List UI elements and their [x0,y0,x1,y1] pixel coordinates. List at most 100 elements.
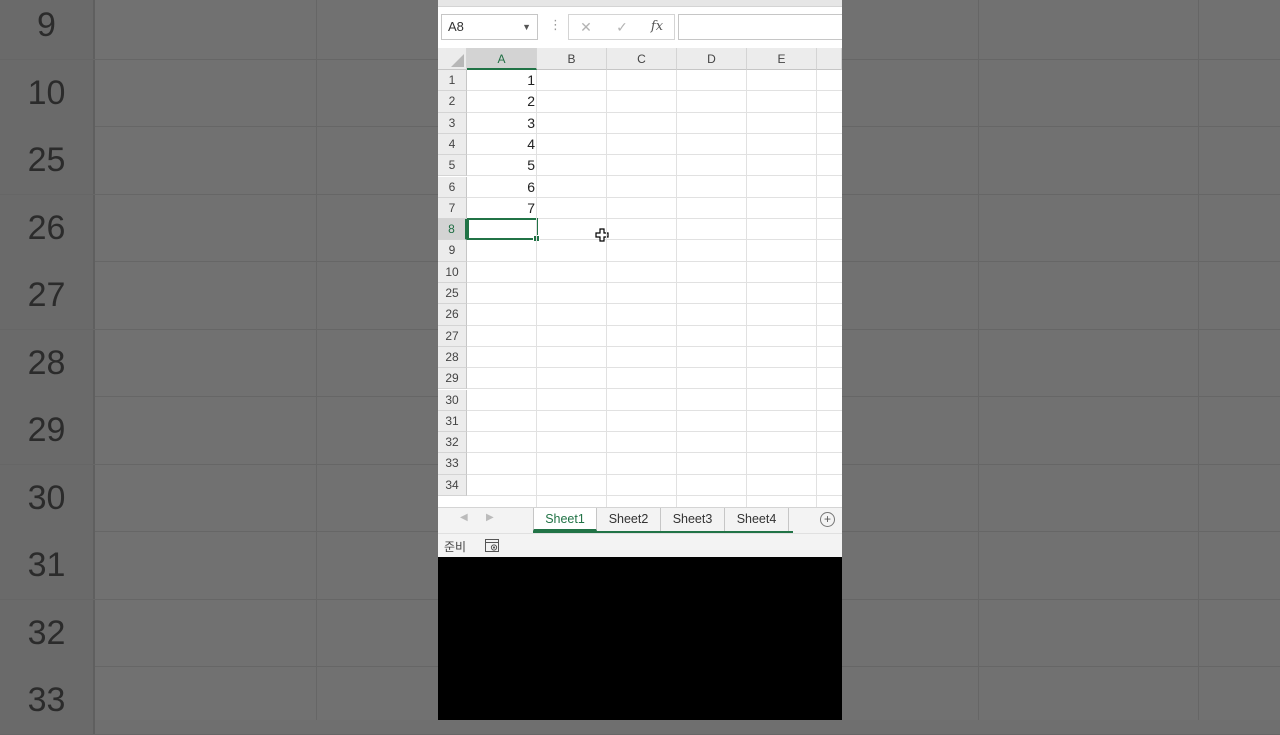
tab-sheet2[interactable]: Sheet2 [597,508,661,531]
table-row[interactable] [467,432,842,454]
selected-cell[interactable] [467,218,540,243]
cell-a26[interactable] [467,304,535,325]
background-row-number: 28 [0,329,95,397]
row-header-8[interactable]: 8 [438,219,467,241]
cell-a30[interactable] [467,390,535,411]
table-row[interactable] [467,411,842,433]
cell-a2[interactable]: 2 [467,91,535,112]
select-all-icon [451,54,464,67]
chevron-left-icon[interactable]: ◀ [460,512,468,523]
column-header-partial[interactable] [817,48,842,70]
cell-a7[interactable]: 7 [467,198,535,219]
cell-a4[interactable]: 4 [467,134,535,155]
macro-record-icon[interactable] [485,539,499,552]
tab-sheet1[interactable]: Sheet1 [533,508,597,531]
row-header-25[interactable]: 25 [438,283,467,305]
table-row[interactable]: 5 [467,155,842,177]
column-gridline [816,70,817,507]
column-header-b[interactable]: B [537,48,607,70]
table-row[interactable] [467,283,842,305]
background-row-number: 31 [0,532,95,599]
background-row-number: 27 [0,262,95,329]
cell-a34[interactable] [467,475,535,496]
row-header-10[interactable]: 10 [438,261,467,283]
row-header-33[interactable]: 33 [438,453,467,475]
table-row[interactable]: 2 [467,91,842,113]
table-row[interactable]: 1 [467,70,842,92]
tab-label: Sheet3 [672,512,713,526]
worksheet-grid[interactable]: ABCDE 1 1 2 2 3 3 4 4 5 5 6 6 7 7 8 9 10 25 26 27 28 29 30 31 32… [438,48,842,507]
chevron-right-icon[interactable]: ▶ [486,512,494,523]
row-header-7[interactable]: 7 [438,197,467,220]
cell-a28[interactable] [467,347,535,368]
tab-sheet3[interactable]: Sheet3 [661,508,725,531]
cell-a29[interactable] [467,368,535,389]
row-header-5[interactable]: 5 [438,155,467,177]
row-header-9[interactable]: 9 [438,240,467,262]
row-header-31[interactable]: 31 [438,410,467,433]
check-icon[interactable]: ✓ [607,15,637,39]
table-row[interactable]: 4 [467,134,842,156]
cell-a32[interactable] [467,432,535,453]
add-sheet-icon[interactable]: + [820,512,835,527]
table-row[interactable]: 3 [467,113,842,134]
table-row[interactable] [467,453,842,475]
column-header-e[interactable]: E [747,48,817,70]
background-gridline [978,0,979,720]
row-header-27[interactable]: 27 [438,325,467,347]
cell-a10[interactable] [467,262,535,283]
column-header-c[interactable]: C [607,48,677,70]
background-row-number: 29 [0,397,95,464]
row-header-29[interactable]: 29 [438,368,467,390]
background-row-number: 32 [0,599,95,667]
row-header-32[interactable]: 32 [438,432,467,454]
row-header-1[interactable]: 1 [438,70,467,92]
cell-a31[interactable] [467,411,535,432]
row-header-4[interactable]: 4 [438,133,467,156]
table-row[interactable]: 7 [467,198,842,220]
status-text: 준비 [444,540,467,554]
cell-a9[interactable] [467,240,535,261]
column-gridline [536,70,537,507]
row-header-3[interactable]: 3 [438,112,467,134]
cell-a3[interactable]: 3 [467,113,535,134]
table-row[interactable] [467,326,842,347]
table-row[interactable] [467,390,842,411]
insert-function-button[interactable]: fx [642,15,672,39]
row-header-2[interactable]: 2 [438,91,467,113]
select-all-button[interactable] [438,48,467,70]
row-header-30[interactable]: 30 [438,389,467,411]
cell-a6[interactable]: 6 [467,177,535,198]
background-gridline [316,0,317,720]
row-header-6[interactable]: 6 [438,176,467,198]
table-row[interactable]: 6 [467,177,842,198]
cell-a27[interactable] [467,326,535,347]
row-header-28[interactable]: 28 [438,346,467,369]
close-icon[interactable]: ✕ [571,15,601,39]
status-bar: 준비 [438,533,842,557]
table-row[interactable] [467,262,842,283]
cell-a1[interactable]: 1 [467,70,535,91]
table-row[interactable] [467,347,842,369]
name-box[interactable]: A8 ▼ [441,14,538,40]
column-header-a[interactable]: A [467,48,537,70]
table-row[interactable] [467,240,842,262]
row-header-34[interactable]: 34 [438,474,467,496]
app-frame: A8 ▼ ⋮ ✕ ✓ fx ABCDE 1 1 2 2 3 3 4 4 5 5 6 6 7 7 8 9 10 25… [438,0,842,720]
table-row[interactable] [467,304,842,326]
cell-a33[interactable] [467,453,535,474]
formula-input[interactable] [678,14,842,40]
background-row-number: 25 [0,127,95,194]
row-header-26[interactable]: 26 [438,304,467,326]
more-options-icon[interactable]: ⋮ [549,17,562,33]
cell-a5[interactable]: 5 [467,155,535,176]
tab-label: Sheet1 [545,512,585,526]
cell-a25[interactable] [467,283,535,304]
name-box-value: A8 [448,19,464,34]
tab-sheet4[interactable]: Sheet4 [725,508,789,531]
table-row[interactable] [467,475,842,496]
table-row[interactable] [467,368,842,390]
column-gridline [746,70,747,507]
column-header-d[interactable]: D [677,48,747,70]
chevron-down-icon[interactable]: ▼ [522,15,531,39]
